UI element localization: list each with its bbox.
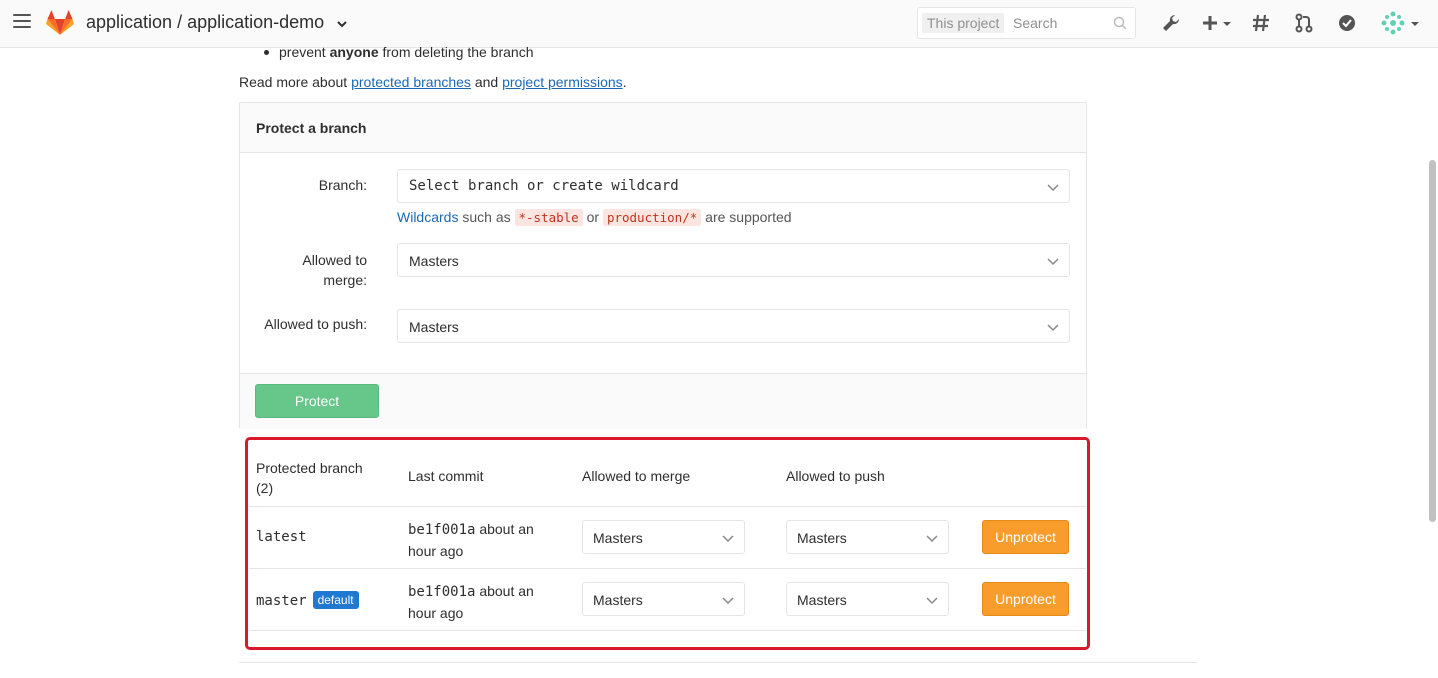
protected-branches-link[interactable]: protected branches [351,74,471,90]
row-divider [249,568,1086,569]
panel-title: Protect a branch [256,120,367,136]
allowed-to-merge-value: Masters [409,253,459,269]
branch-label: Branch: [318,177,367,193]
readmore-prefix: Read more about [239,74,348,90]
branch-name[interactable]: latest [256,529,307,545]
commit-time: about an [479,521,534,537]
hint-or: or [586,209,600,225]
chevron-down-icon [1047,184,1059,192]
col-branch-line2: (2) [256,480,274,496]
branch-select-placeholder: Select branch or create wildcard [409,178,679,194]
row-merge-value: Masters [593,592,643,608]
readmore-and: and [474,74,499,90]
unprotect-button[interactable]: Unprotect [982,582,1069,616]
branch-select[interactable]: Select branch or create wildcard [397,169,1070,203]
protect-branch-panel: Protect a branch Branch: Select branch o… [239,102,1087,429]
last-commit: be1f001a about an hour ago [408,519,534,562]
hint-text-end: are supported [705,209,792,225]
scrollbar-thumb[interactable] [1429,160,1436,522]
panel-header: Protect a branch [240,103,1086,153]
bullet-suffix: from deleting the branch [382,44,534,60]
allowed-to-merge-select[interactable]: Masters [397,243,1070,277]
search-icon [1113,16,1127,30]
row-push-value: Masters [797,530,847,546]
merge-label-line2: merge: [323,272,367,288]
unprotect-button[interactable]: Unprotect [982,520,1069,554]
wrench-icon[interactable] [1160,12,1182,34]
top-navbar: application / application-demo This proj… [0,0,1438,48]
col-header-branch: Protected branch (2) [256,458,363,498]
bullet-bold: anyone [329,44,379,60]
col-header-merge: Allowed to merge [582,468,691,484]
todo-check-icon[interactable] [1336,12,1358,34]
chevron-down-icon[interactable] [1221,14,1233,32]
chevron-down-icon [926,535,938,543]
hint-code-stable: *-stable [514,209,583,226]
chevron-down-icon[interactable] [1409,14,1421,32]
branch-name-text[interactable]: master [256,593,307,609]
col-branch-line1: Protected branch [256,460,363,476]
hint-text: such as [462,209,511,225]
row-divider [249,630,1086,631]
commit-time-line2: hour ago [408,605,464,621]
chevron-down-icon [1047,258,1059,266]
allowed-to-push-value: Masters [409,319,459,335]
search-scope-badge: This project [922,13,1005,33]
chevron-down-icon[interactable] [336,18,348,30]
merge-request-icon[interactable] [1293,12,1315,34]
allowed-to-merge-label: Allowed to merge: [257,250,367,290]
avatar[interactable] [1380,10,1406,36]
bullet-text: prevent anyone from deleting the branch [279,44,533,60]
search-input[interactable]: Search [1013,15,1057,31]
row-merge-select[interactable]: Masters [582,520,745,554]
col-header-push: Allowed to push [786,468,885,484]
bullet-prefix: prevent [279,44,326,60]
hint-code-production: production/* [602,209,702,226]
col-header-commit: Last commit [408,468,484,484]
row-merge-value: Masters [593,530,643,546]
read-more-text: Read more about protected branches and p… [239,74,627,90]
commit-sha[interactable]: be1f001a [408,522,475,538]
search-box[interactable]: This project Search [917,7,1136,39]
panel-footer: Protect [240,373,1086,429]
branch-name: master default [256,591,359,609]
merge-label-line1: Allowed to [302,252,367,268]
section-divider [239,662,1197,663]
allowed-to-push-label: Allowed to push: [264,316,367,332]
chevron-down-icon [722,597,734,605]
wildcards-link[interactable]: Wildcards [397,209,458,225]
gitlab-logo-icon[interactable] [46,10,74,36]
bullet-dot [264,50,269,55]
row-push-value: Masters [797,592,847,608]
last-commit: be1f001a about an hour ago [408,581,534,624]
chevron-down-icon [926,597,938,605]
chevron-down-icon [1047,324,1059,332]
row-push-select[interactable]: Masters [786,520,949,554]
allowed-to-push-select[interactable]: Masters [397,309,1070,343]
row-push-select[interactable]: Masters [786,582,949,616]
protect-button[interactable]: Protect [255,384,379,418]
row-merge-select[interactable]: Masters [582,582,745,616]
commit-sha[interactable]: be1f001a [408,584,475,600]
project-title[interactable]: application / application-demo [86,12,324,33]
row-divider [249,506,1086,507]
project-permissions-link[interactable]: project permissions [502,74,623,90]
default-badge: default [312,591,359,609]
commit-time: about an [479,583,534,599]
menu-icon[interactable] [13,14,31,30]
hash-icon[interactable] [1250,12,1272,34]
chevron-down-icon [722,535,734,543]
commit-time-line2: hour ago [408,543,464,559]
wildcard-hint: Wildcards such as *-stable or production… [397,209,792,226]
readmore-end: . [622,74,627,90]
plus-icon[interactable] [1199,12,1221,34]
